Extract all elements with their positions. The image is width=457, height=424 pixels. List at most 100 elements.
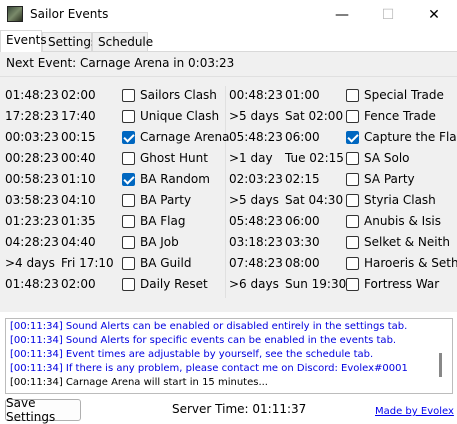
event-name[interactable]: SA Solo xyxy=(364,151,410,165)
event-alert-checkbox[interactable] xyxy=(122,257,135,270)
minimize-icon[interactable]: — xyxy=(319,0,365,30)
event-name[interactable]: BA Guild xyxy=(140,256,191,270)
event-alert-checkbox[interactable] xyxy=(346,236,359,249)
event-alert-checkbox[interactable] xyxy=(346,173,359,186)
event-name[interactable]: BA Random xyxy=(140,172,210,186)
event-countdown: >5 days xyxy=(229,109,279,123)
event-row: >6 days Sun 19:30 Fortress War xyxy=(229,277,449,298)
window-title: Sailor Events xyxy=(30,7,109,21)
event-name[interactable]: BA Job xyxy=(140,235,179,249)
log-line: [00:11:34] Event times are adjustable by… xyxy=(10,349,374,360)
event-name[interactable]: Special Trade xyxy=(364,88,444,102)
log-scrollbar[interactable] xyxy=(439,353,442,377)
event-name[interactable]: Carnage Arena xyxy=(140,130,229,144)
event-countdown: 01:48:23 xyxy=(5,277,59,291)
event-countdown: 01:48:23 xyxy=(5,88,59,102)
event-alert-checkbox[interactable] xyxy=(346,194,359,207)
event-countdown: >1 day xyxy=(229,151,273,165)
event-time: 00:40 xyxy=(61,151,96,165)
event-name[interactable]: Fence Trade xyxy=(364,109,436,123)
event-countdown: 00:58:23 xyxy=(5,172,59,186)
event-alert-checkbox[interactable] xyxy=(346,278,359,291)
event-row: 07:48:23 08:00 Haroeris & Seth xyxy=(229,256,457,277)
event-row: 01:48:23 02:00 Daily Reset xyxy=(5,277,225,298)
event-time: 00:15 xyxy=(61,130,96,144)
event-countdown: >4 days xyxy=(5,256,55,270)
event-name[interactable]: Sailors Clash xyxy=(140,88,217,102)
event-name[interactable]: Anubis & Isis xyxy=(364,214,441,228)
event-name[interactable]: BA Party xyxy=(140,193,191,207)
event-row: 01:23:23 01:35 BA Flag xyxy=(5,214,225,235)
log-line: [00:11:34] If there is any problem, plea… xyxy=(10,363,408,374)
log-box[interactable]: [00:11:34] Sound Alerts can be enabled o… xyxy=(5,318,453,394)
event-time: Fri 17:10 xyxy=(61,256,114,270)
event-name[interactable]: Ghost Hunt xyxy=(140,151,208,165)
event-time: 17:40 xyxy=(61,109,96,123)
event-name[interactable]: Daily Reset xyxy=(140,277,208,291)
event-alert-checkbox[interactable] xyxy=(346,110,359,123)
event-alert-checkbox[interactable] xyxy=(122,110,135,123)
event-name[interactable]: BA Flag xyxy=(140,214,185,228)
event-time: 02:00 xyxy=(61,88,96,102)
event-alert-checkbox[interactable] xyxy=(122,89,135,102)
event-name[interactable]: Unique Clash xyxy=(140,109,219,123)
event-alert-checkbox[interactable] xyxy=(346,257,359,270)
event-time: 02:15 xyxy=(285,172,320,186)
event-name[interactable]: Selket & Neith xyxy=(364,235,450,249)
event-row: 03:18:23 03:30 Selket & Neith xyxy=(229,235,450,256)
event-row: >5 days Sat 04:30 Styria Clash xyxy=(229,193,449,214)
event-alert-checkbox[interactable] xyxy=(122,236,135,249)
event-time: 01:35 xyxy=(61,214,96,228)
event-alert-checkbox[interactable] xyxy=(346,89,359,102)
event-countdown: 05:48:23 xyxy=(229,130,283,144)
event-row: 02:03:23 02:15 SA Party xyxy=(229,172,449,193)
event-row: 01:48:23 02:00 Sailors Clash xyxy=(5,88,225,109)
event-time: 04:10 xyxy=(61,193,96,207)
event-name[interactable]: Haroeris & Seth xyxy=(364,256,457,270)
event-alert-checkbox[interactable] xyxy=(122,215,135,228)
event-countdown: >6 days xyxy=(229,277,279,291)
tab-settings[interactable]: Settings xyxy=(42,32,97,52)
event-row: >5 days Sat 02:00 Fence Trade xyxy=(229,109,449,130)
event-alert-checkbox[interactable] xyxy=(122,131,135,144)
event-time: 06:00 xyxy=(285,130,320,144)
made-by-link[interactable]: Made by Evolex xyxy=(375,406,454,417)
save-settings-button[interactable]: Save Settings xyxy=(5,396,81,424)
event-time: 01:00 xyxy=(285,88,320,102)
event-countdown: 00:28:23 xyxy=(5,151,59,165)
event-alert-checkbox[interactable] xyxy=(346,152,359,165)
event-time: Sat 02:00 xyxy=(285,109,344,123)
event-name[interactable]: SA Party xyxy=(364,172,415,186)
event-time: 01:10 xyxy=(61,172,96,186)
event-time: Tue 02:15 xyxy=(285,151,344,165)
event-name[interactable]: Fortress War xyxy=(364,277,439,291)
event-alert-checkbox[interactable] xyxy=(122,194,135,207)
event-name[interactable]: Styria Clash xyxy=(364,193,436,207)
event-alert-checkbox[interactable] xyxy=(122,173,135,186)
event-row: >4 days Fri 17:10 BA Guild xyxy=(5,256,225,277)
event-countdown: 02:03:23 xyxy=(229,172,283,186)
event-alert-checkbox[interactable] xyxy=(346,131,359,144)
event-countdown: >5 days xyxy=(229,193,279,207)
event-alert-checkbox[interactable] xyxy=(122,278,135,291)
event-time: 04:40 xyxy=(61,235,96,249)
event-row: 00:28:23 00:40 Ghost Hunt xyxy=(5,151,225,172)
title-bar[interactable]: Sailor Events — ☐ ✕ xyxy=(0,0,457,30)
event-time: 06:00 xyxy=(285,214,320,228)
event-name[interactable]: Capture the Flag xyxy=(364,130,457,144)
event-row: >1 day Tue 02:15 SA Solo xyxy=(229,151,449,172)
event-countdown: 01:23:23 xyxy=(5,214,59,228)
event-countdown: 05:48:23 xyxy=(229,214,283,228)
event-time: 08:00 xyxy=(285,256,320,270)
tab-events[interactable]: Events xyxy=(0,30,47,52)
event-row: 05:48:23 06:00 Anubis & Isis xyxy=(229,214,449,235)
event-time: Sat 04:30 xyxy=(285,193,344,207)
tab-schedule[interactable]: Schedule xyxy=(92,32,153,52)
log-line: [00:11:34] Carnage Arena will start in 1… xyxy=(10,377,268,388)
event-row: 00:58:23 01:10 BA Random xyxy=(5,172,225,193)
event-alert-checkbox[interactable] xyxy=(346,215,359,228)
tab-strip: Events Settings Schedule xyxy=(0,30,457,52)
event-countdown: 00:48:23 xyxy=(229,88,283,102)
close-icon[interactable]: ✕ xyxy=(411,0,457,30)
event-alert-checkbox[interactable] xyxy=(122,152,135,165)
